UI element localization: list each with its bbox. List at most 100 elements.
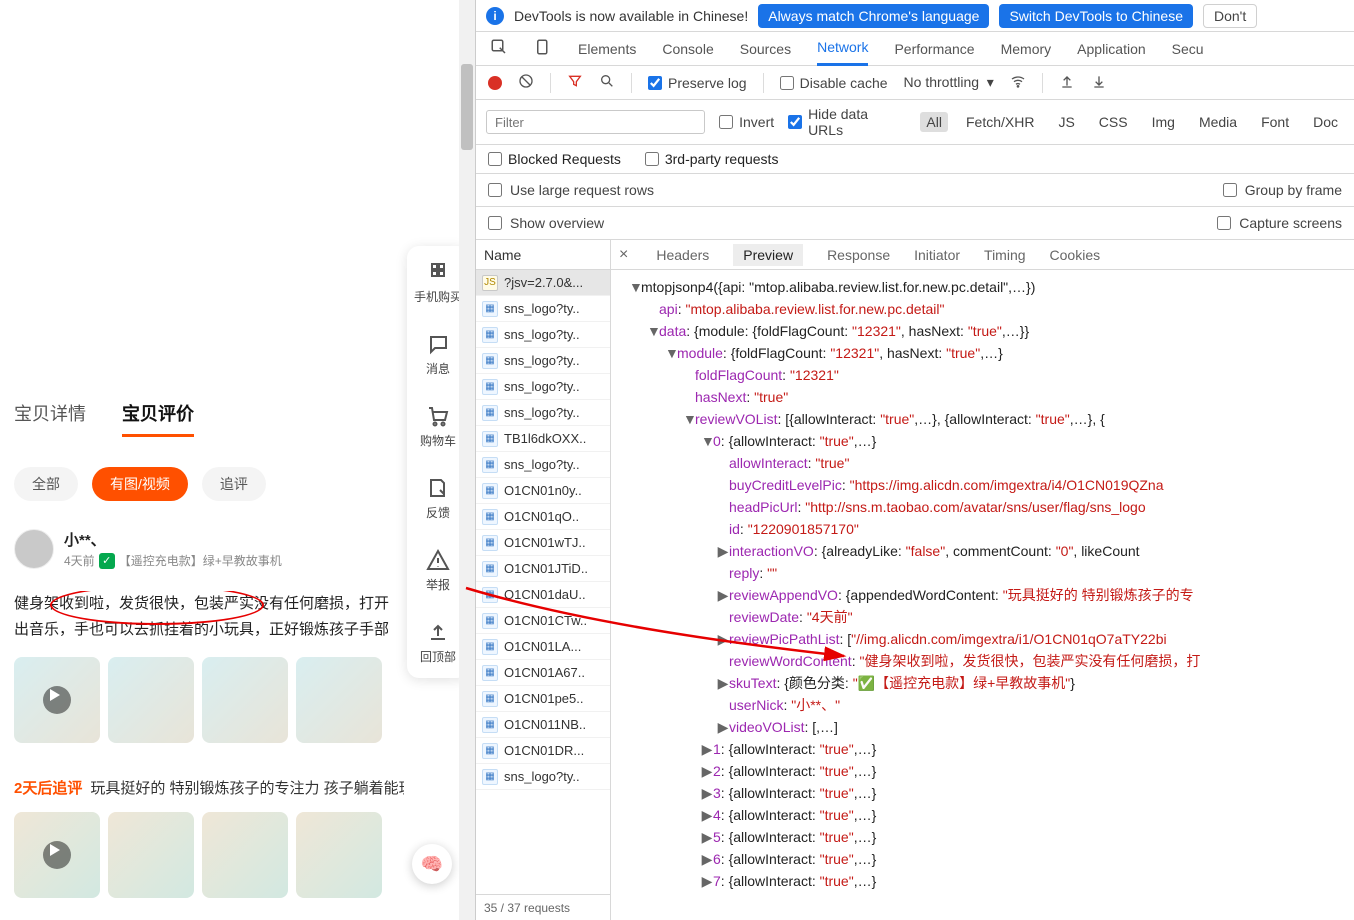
devtools-tab-network[interactable]: Network	[817, 32, 868, 66]
filter-type-css[interactable]: CSS	[1093, 112, 1134, 132]
inspect-icon[interactable]	[490, 38, 508, 59]
detail-tab-timing[interactable]: Timing	[984, 247, 1026, 263]
thumb-image[interactable]	[108, 657, 194, 743]
request-row[interactable]: ▦O1CN01CTw..	[476, 608, 610, 634]
detail-tab-preview[interactable]: Preview	[733, 244, 803, 266]
filter-type-doc[interactable]: Doc	[1307, 112, 1344, 132]
tab-reviews[interactable]: 宝贝评价	[122, 400, 194, 437]
devtools-tab-application[interactable]: Application	[1077, 32, 1146, 66]
thumb-image[interactable]	[14, 812, 100, 898]
request-row[interactable]: ▦O1CN01wTJ..	[476, 530, 610, 556]
wifi-icon[interactable]	[1010, 73, 1026, 92]
filter-media[interactable]: 有图/视频	[92, 467, 188, 501]
thumb-image[interactable]	[296, 812, 382, 898]
ai-assistant-button[interactable]: 🧠	[412, 844, 452, 884]
append-tag: 2天后追评	[14, 780, 82, 797]
device-icon[interactable]	[534, 38, 552, 59]
request-row[interactable]: ▦sns_logo?ty..	[476, 452, 610, 478]
review-sku: 【遥控充电款】绿+早教故事机	[119, 552, 282, 569]
devtools-tab-sources[interactable]: Sources	[740, 32, 791, 66]
switch-language-button[interactable]: Switch DevTools to Chinese	[999, 4, 1193, 28]
filter-type-font[interactable]: Font	[1255, 112, 1295, 132]
match-language-button[interactable]: Always match Chrome's language	[758, 4, 989, 28]
capture-screens-checkbox[interactable]: Capture screens	[1217, 215, 1342, 231]
devtools-tab-console[interactable]: Console	[662, 32, 713, 66]
request-row[interactable]: ▦TB1l6dkOXX..	[476, 426, 610, 452]
invert-checkbox[interactable]: Invert	[719, 114, 774, 130]
review-text: 健身架收到啦，发货很快，包装严实没有任何磨损，打开 出音乐，手也可以去抓挂着的小…	[14, 591, 404, 643]
network-body: Name JS?jsv=2.7.0&...▦sns_logo?ty..▦sns_…	[476, 240, 1354, 920]
request-row[interactable]: ▦O1CN01JTiD..	[476, 556, 610, 582]
thumb-image[interactable]	[108, 812, 194, 898]
download-icon[interactable]	[1091, 73, 1107, 92]
filter-type-fetch-xhr[interactable]: Fetch/XHR	[960, 112, 1040, 132]
devtools-tab-memory[interactable]: Memory	[1001, 32, 1052, 66]
filter-type-all[interactable]: All	[920, 112, 948, 132]
large-rows-checkbox[interactable]: Use large request rows	[488, 182, 654, 198]
blocked-requests-checkbox[interactable]: Blocked Requests	[488, 151, 621, 167]
throttling-select[interactable]: No throttling ▾	[904, 74, 994, 91]
hide-dataurls-checkbox[interactable]: Hide data URLs	[788, 106, 906, 138]
devtools-tab-elements[interactable]: Elements	[578, 32, 636, 66]
request-list[interactable]: JS?jsv=2.7.0&...▦sns_logo?ty..▦sns_logo?…	[476, 270, 610, 894]
filter-type-js[interactable]: JS	[1052, 112, 1080, 132]
upload-icon[interactable]	[1059, 73, 1075, 92]
review-thumbs	[14, 657, 404, 743]
page-scrollbar[interactable]	[459, 0, 475, 920]
request-row[interactable]: ▦O1CN01n0y..	[476, 478, 610, 504]
devtools-tab-secu[interactable]: Secu	[1172, 32, 1204, 66]
request-row[interactable]: ▦sns_logo?ty..	[476, 322, 610, 348]
request-row[interactable]: ▦sns_logo?ty..	[476, 374, 610, 400]
preserve-log-checkbox[interactable]: Preserve log	[648, 75, 747, 91]
request-list-header[interactable]: Name	[476, 240, 610, 270]
request-row[interactable]: ▦O1CN01daU..	[476, 582, 610, 608]
detail-tab-initiator[interactable]: Initiator	[914, 247, 960, 263]
search-icon[interactable]	[599, 73, 615, 92]
request-row[interactable]: ▦O1CN011NB..	[476, 712, 610, 738]
review-nick: 小**、	[64, 529, 404, 550]
append-thumbs	[14, 812, 404, 898]
avatar[interactable]	[14, 529, 54, 569]
filter-icon[interactable]	[567, 73, 583, 92]
tab-detail[interactable]: 宝贝详情	[14, 400, 86, 437]
filter-type-img[interactable]: Img	[1146, 112, 1181, 132]
detail-tab-cookies[interactable]: Cookies	[1050, 247, 1101, 263]
network-options-row1: Use large request rows Group by frame	[476, 174, 1354, 207]
filter-type-media[interactable]: Media	[1193, 112, 1243, 132]
group-frame-checkbox[interactable]: Group by frame	[1223, 182, 1342, 198]
request-row[interactable]: ▦sns_logo?ty..	[476, 348, 610, 374]
request-row[interactable]: ▦O1CN01A67..	[476, 660, 610, 686]
request-detail-column: × Headers Preview Response Initiator Timing C…	[611, 240, 1354, 920]
request-row[interactable]: ▦O1CN01LA...	[476, 634, 610, 660]
filter-all[interactable]: 全部	[14, 467, 78, 501]
detail-tab-response[interactable]: Response	[827, 247, 890, 263]
review-section: 宝贝详情 宝贝评价 全部 有图/视频 追评 小**、 4天前 ✓ 【遥控充电款】…	[14, 400, 404, 898]
thumb-image[interactable]	[202, 812, 288, 898]
close-icon[interactable]: ×	[619, 246, 628, 264]
dont-switch-button[interactable]: Don't	[1203, 4, 1257, 28]
request-row[interactable]: ▦O1CN01qO..	[476, 504, 610, 530]
record-button[interactable]	[488, 76, 502, 90]
response-preview[interactable]: ▼mtopjsonp4({api: "mtop.alibaba.review.l…	[611, 270, 1354, 920]
thirdparty-checkbox[interactable]: 3rd-party requests	[645, 151, 779, 167]
filter-append[interactable]: 追评	[202, 467, 266, 501]
detail-tabs: × Headers Preview Response Initiator Timing C…	[611, 240, 1354, 270]
clear-icon[interactable]	[518, 73, 534, 92]
request-row[interactable]: ▦O1CN01pe5..	[476, 686, 610, 712]
disable-cache-checkbox[interactable]: Disable cache	[780, 75, 888, 91]
detail-tab-headers[interactable]: Headers	[656, 247, 709, 263]
thumb-video[interactable]	[14, 657, 100, 743]
request-row[interactable]: ▦sns_logo?ty..	[476, 764, 610, 790]
request-row[interactable]: ▦sns_logo?ty..	[476, 296, 610, 322]
product-page: 手机购买消息购物车反馈举报回顶部 宝贝详情 宝贝评价 全部 有图/视频 追评 小…	[0, 0, 475, 920]
review-append: 2天后追评玩具挺好的 特别锻炼孩子的专注力 孩子躺着能玩很	[14, 777, 404, 798]
filter-input[interactable]	[486, 110, 705, 134]
request-row[interactable]: ▦sns_logo?ty..	[476, 400, 610, 426]
thumb-image[interactable]	[296, 657, 382, 743]
show-overview-checkbox[interactable]: Show overview	[488, 215, 604, 231]
request-row[interactable]: JS?jsv=2.7.0&...	[476, 270, 610, 296]
request-footer: 35 / 37 requests	[476, 894, 610, 920]
request-row[interactable]: ▦O1CN01DR...	[476, 738, 610, 764]
thumb-image[interactable]	[202, 657, 288, 743]
devtools-tab-performance[interactable]: Performance	[894, 32, 974, 66]
